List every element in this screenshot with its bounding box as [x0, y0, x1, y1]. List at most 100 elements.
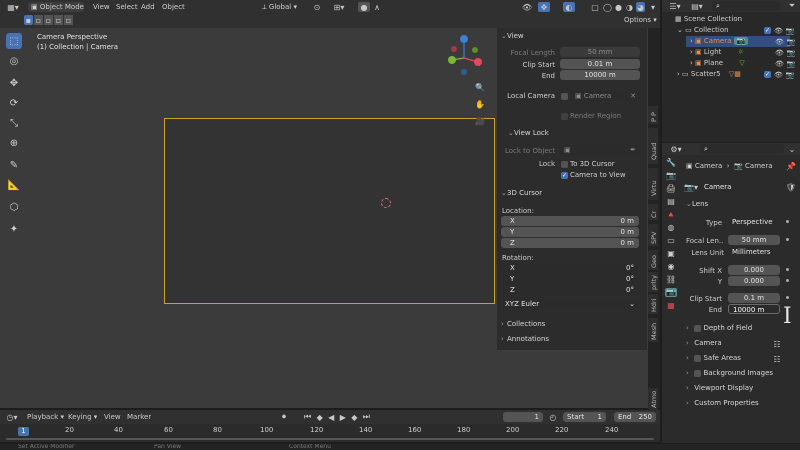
jump-start-icon[interactable]: ⏮ [304, 412, 311, 422]
render-tab-icon[interactable]: 📷 [666, 171, 676, 180]
overlay-toggle-icon[interactable]: ◐ [563, 2, 575, 12]
keyframe-dot[interactable] [786, 296, 789, 299]
zoom-icon[interactable]: 🔍 [473, 80, 487, 94]
clip-start-prop-field[interactable]: 0.1 m [728, 293, 780, 303]
select-new-icon[interactable]: ▪ [24, 15, 33, 25]
tab-mesh[interactable]: Mesh [648, 318, 658, 342]
presets-list-icon[interactable]: ☷ [772, 339, 782, 349]
shading-dropdown-icon[interactable]: ▾ [649, 2, 657, 12]
proportional-icon[interactable]: ● [358, 2, 370, 12]
cursor-rotation-y[interactable]: Y 0° [501, 274, 639, 284]
constraints-tab-icon[interactable]: ⛓ [666, 275, 676, 284]
current-frame-field[interactable]: 1 [503, 412, 543, 422]
cursor-location-x[interactable]: X 0 m [501, 216, 639, 226]
to-3d-cursor-checkbox[interactable] [561, 161, 568, 168]
timeline-menu-keying[interactable]: Keying ▾ [68, 413, 97, 421]
lens-type-dropdown[interactable]: Perspective ⌄ [728, 217, 780, 227]
tab-quad[interactable]: Quad [648, 128, 658, 164]
editor-type-icon[interactable]: ▦▾ [4, 2, 22, 12]
lens-panel-header[interactable]: ⌄Lens [686, 200, 708, 208]
extra-tool-icon[interactable]: ✦ [6, 221, 22, 237]
outliner-row-scene[interactable]: ▦ Scene Collection [675, 14, 795, 25]
view-panel-header[interactable]: ⌄View [501, 32, 524, 40]
prev-keyframe-icon[interactable]: ◆ [317, 412, 323, 422]
transform-orientation[interactable]: ⟂ Global ▾ [262, 3, 308, 12]
frame-start-field[interactable]: Start 1 [563, 412, 606, 422]
visibility-icon[interactable]: 👁 [520, 2, 534, 12]
jump-end-icon[interactable]: ⏭ [363, 412, 370, 422]
view-lock-header[interactable]: ⌄View Lock [508, 129, 549, 137]
view-layer-tab-icon[interactable]: ▤ [667, 197, 675, 206]
properties-search-input[interactable]: ⌕ [700, 144, 784, 154]
render-camera-icon[interactable]: 📷 [786, 27, 795, 35]
shift-y-field[interactable]: 0.000 [728, 276, 780, 286]
render-camera-icon[interactable]: 📷 [787, 60, 796, 68]
menu-select[interactable]: Select [116, 3, 138, 11]
add-cube-tool-icon[interactable]: ⬡ [6, 199, 22, 215]
tab-cr[interactable]: Cr [648, 204, 658, 220]
cursor-location-z[interactable]: Z 0 m [501, 238, 639, 248]
tab-geo[interactable]: Geo [648, 250, 658, 270]
camera-subpanel[interactable]: › Camera [686, 339, 778, 347]
select-extend-icon[interactable]: ▫ [34, 15, 43, 25]
clip-end-field[interactable]: 10000 m [560, 70, 640, 80]
clip-start-field[interactable]: 0.01 m [560, 59, 640, 69]
eyedropper-icon[interactable]: ✒ [630, 145, 636, 155]
tab-prlty[interactable]: prlty [648, 272, 658, 292]
menu-view[interactable]: View [93, 3, 110, 11]
camera-data-tab-icon[interactable]: 📷 [665, 288, 677, 297]
clip-end-prop-field[interactable]: 10000 m [728, 304, 780, 314]
dof-checkbox[interactable] [694, 324, 702, 332]
scale-tool-icon[interactable]: ⤡ [6, 115, 22, 131]
transform-tool-icon[interactable]: ⊕ [6, 135, 22, 151]
focal-length-field[interactable]: 50 mm [560, 47, 640, 57]
play-icon[interactable]: ▶ [340, 412, 346, 422]
camera-to-view-checkbox[interactable]: ✓ [561, 172, 568, 179]
move-tool-icon[interactable]: ✥ [6, 75, 22, 91]
collection-tab-icon[interactable]: ▭ [667, 236, 675, 245]
select-box-icon[interactable]: ⬚ [6, 33, 22, 49]
physics-tab-icon[interactable]: ◉ [668, 262, 675, 271]
cursor-tool-icon[interactable]: ◎ [6, 53, 22, 69]
eye-icon[interactable]: 👁 [774, 27, 783, 35]
safe-areas-checkbox[interactable] [694, 354, 702, 362]
close-icon[interactable]: ✕ [630, 91, 636, 101]
pivot-icon[interactable]: ⊙ [310, 2, 324, 12]
eye-icon[interactable]: 👁 [775, 60, 784, 68]
world-tab-icon[interactable]: ◍ [668, 223, 675, 232]
render-camera-icon[interactable]: 📷 [786, 71, 795, 79]
render-region-checkbox[interactable] [561, 113, 568, 120]
falloff-icon[interactable]: ∧ [372, 2, 382, 12]
tool-tab-icon[interactable]: 🔧 [666, 158, 676, 167]
xray-icon[interactable]: ▢ [590, 2, 600, 12]
datablock-name-field[interactable]: Camera [700, 182, 784, 192]
rendered-shading-icon[interactable]: ◕ [636, 2, 645, 12]
shading-modes[interactable]: ◯ ● ◑ ◕ [603, 2, 647, 12]
clock-icon[interactable]: ◴ [548, 412, 558, 422]
safe-areas-panel[interactable]: › Safe Areas [686, 354, 778, 362]
lock-to-object-field[interactable]: ▣ ✒ [560, 145, 640, 155]
output-tab-icon[interactable]: 🖨 [666, 184, 676, 193]
background-images-checkbox[interactable] [694, 369, 702, 377]
custom-properties-panel[interactable]: › Custom Properties [686, 399, 786, 407]
annotate-tool-icon[interactable]: ✎ [6, 157, 22, 173]
options-dropdown[interactable]: Options ▾ [624, 16, 657, 24]
outliner-search-input[interactable]: ⌕ [712, 1, 780, 11]
selection-mode-buttons[interactable]: ▪ ▫ ▫ ▫ ▫ [24, 15, 76, 25]
gizmo-toggle-icon[interactable]: ✥ [538, 2, 550, 12]
eye-icon[interactable]: 👁 [775, 38, 784, 46]
tab-pp[interactable]: P P [648, 106, 658, 124]
timeline-menu-view[interactable]: View [104, 413, 121, 421]
cursor-rotation-x[interactable]: X 0° [501, 263, 639, 273]
shift-x-field[interactable]: 0.000 [728, 265, 780, 275]
presets-list-icon[interactable]: ☷ [772, 354, 782, 364]
local-camera-checkbox[interactable] [561, 93, 568, 100]
3d-cursor-icon[interactable] [381, 198, 391, 208]
measure-tool-icon[interactable]: 📐 [6, 177, 22, 193]
outliner-row-light[interactable]: › ▣ Light ☼ [690, 47, 770, 58]
cursor-location-y[interactable]: Y 0 m [501, 227, 639, 237]
filter-icon[interactable]: ⏷ [787, 1, 797, 11]
solid-shading-icon[interactable]: ● [614, 2, 623, 12]
object-tab-icon[interactable]: ▣ [667, 249, 675, 258]
render-camera-icon[interactable]: 📷 [787, 49, 796, 57]
